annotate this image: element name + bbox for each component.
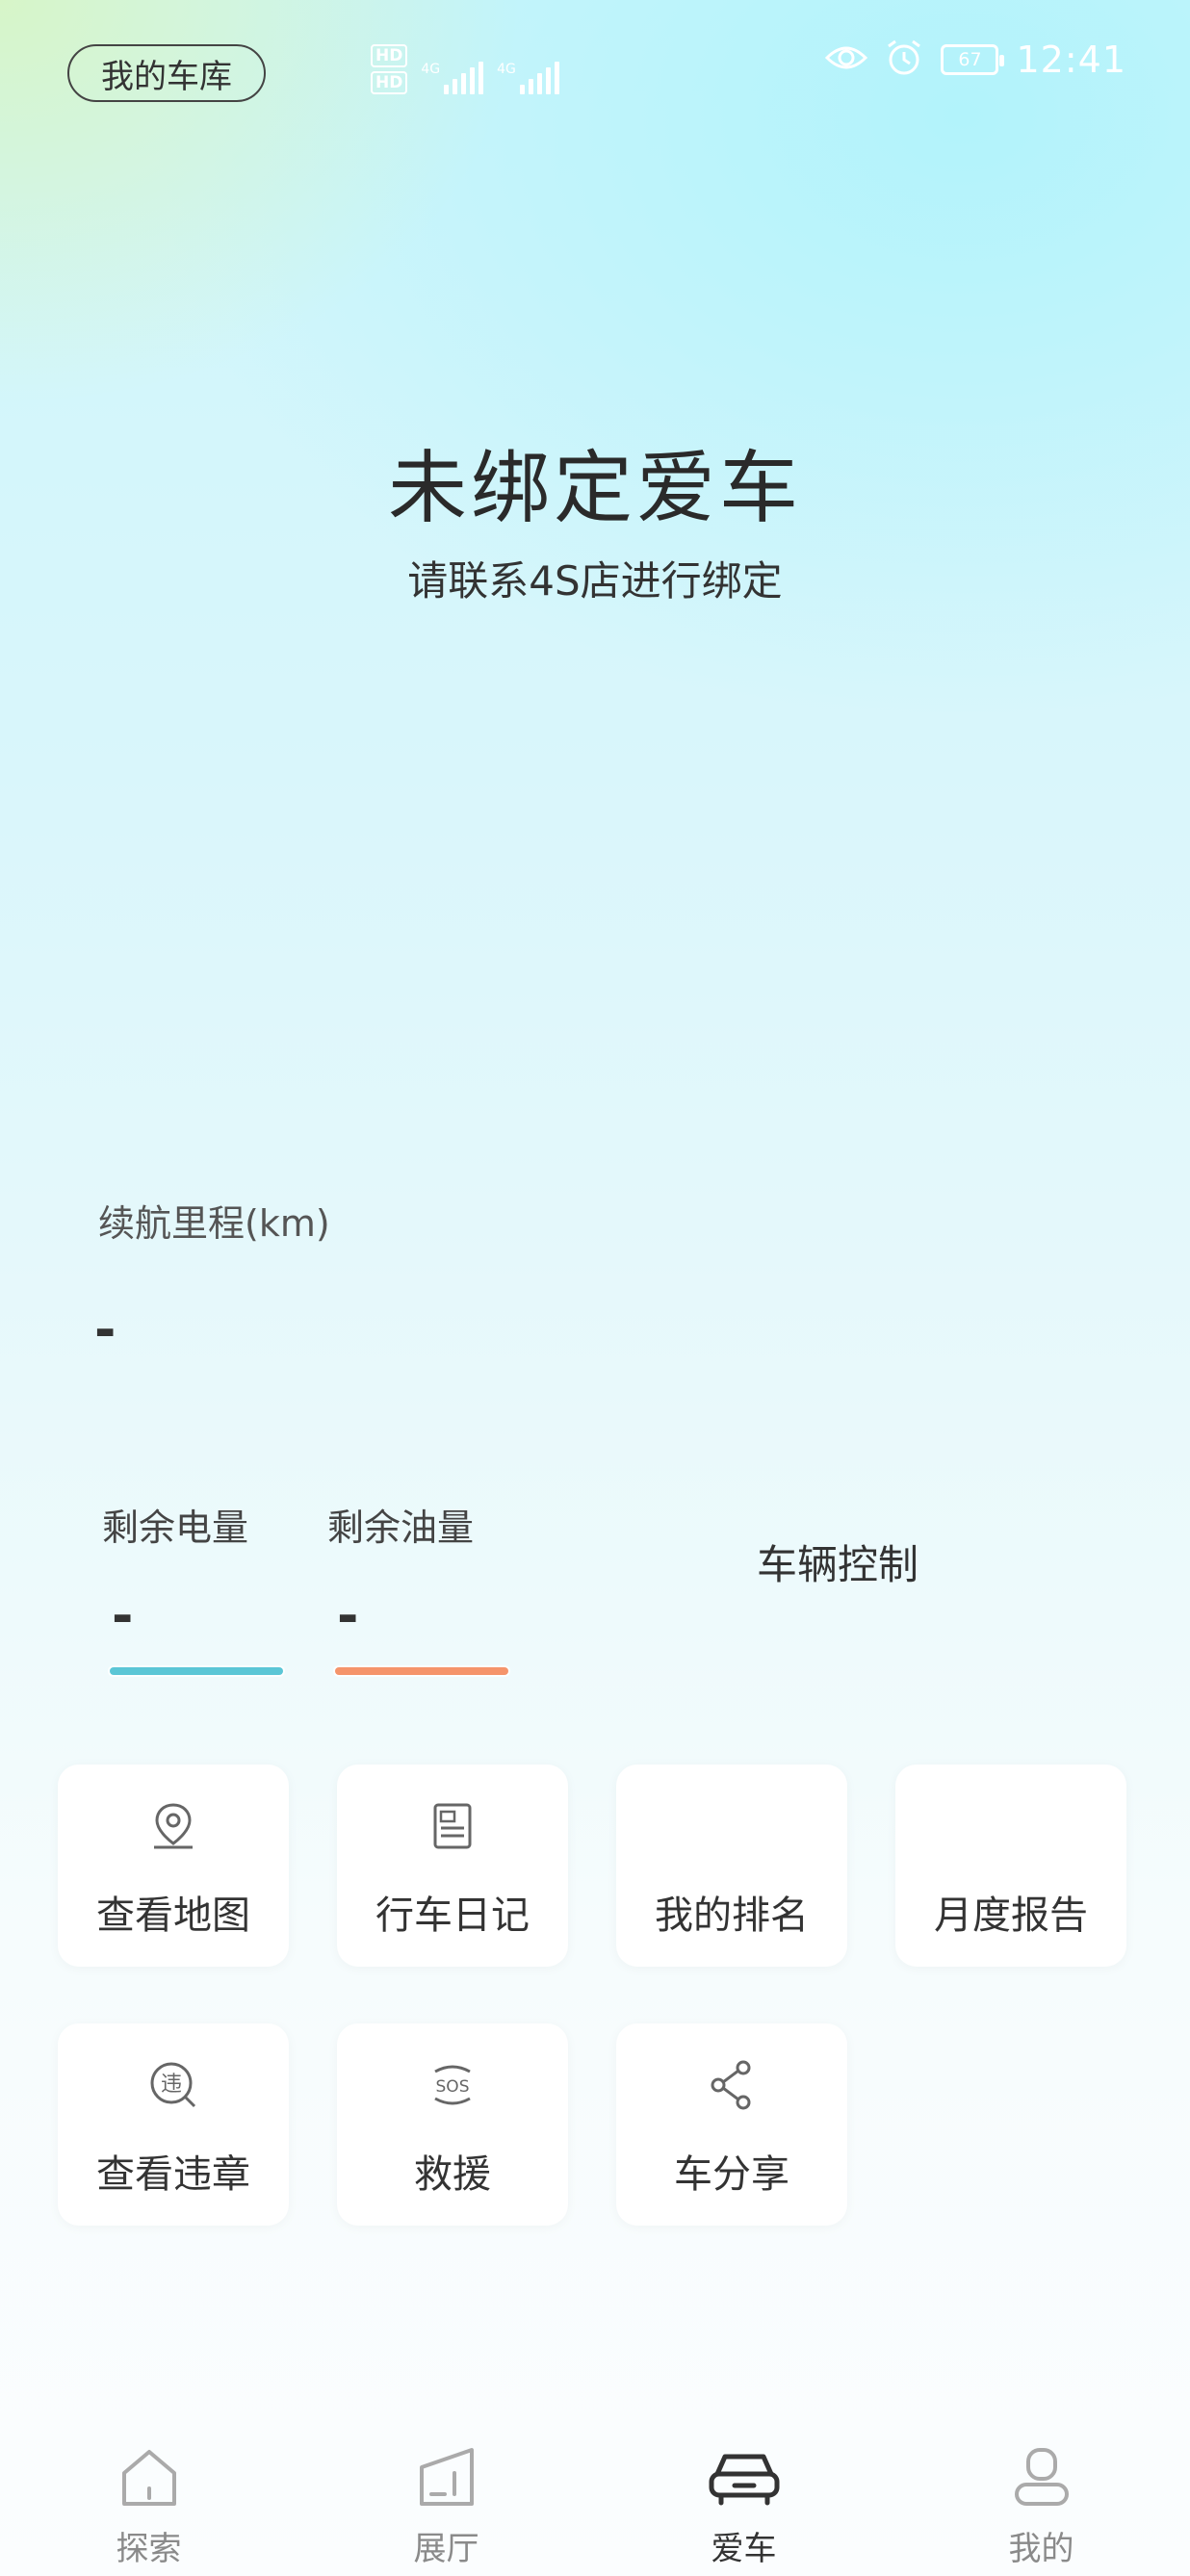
diary-icon <box>337 1797 568 1859</box>
range-label: 续航里程(km) <box>98 1202 330 1245</box>
bottom-nav: 探索 展厅 爱车 我的 <box>0 2426 1190 2576</box>
battery-icon: 67 <box>941 44 1005 75</box>
home-icon <box>118 2441 180 2514</box>
svg-text:SOS: SOS <box>436 2077 470 2097</box>
battery-level-meter: 剩余电量 - <box>102 1498 285 1677</box>
status-right-group: 67 12:41 <box>825 39 1126 81</box>
svg-text:违: 违 <box>161 2073 182 2097</box>
meter-label: 剩余电量 <box>102 1507 249 1549</box>
map-pin-icon <box>58 1797 289 1859</box>
nav-label: 爱车 <box>711 2530 777 2568</box>
driving-diary-card[interactable]: 行车日记 <box>337 1765 568 1967</box>
battery-level: 67 <box>958 49 982 70</box>
page-subtitle: 请联系4S店进行绑定 <box>407 557 783 605</box>
hd-badge: HD <box>371 71 408 94</box>
meter-value: - <box>337 1585 359 1646</box>
car-share-card[interactable]: 车分享 <box>616 2023 847 2226</box>
my-garage-button[interactable]: 我的车库 <box>67 44 266 102</box>
nav-label: 展厅 <box>413 2530 479 2568</box>
meter-value: - <box>112 1585 134 1646</box>
network-type-label: 4G <box>421 62 441 77</box>
status-signal-group: HD HD 4G 4G <box>371 37 559 94</box>
car-icon <box>708 2441 781 2514</box>
hd-indicator: HD HD <box>371 44 408 94</box>
showroom-icon <box>416 2441 478 2514</box>
meter-label: 剩余油量 <box>327 1507 475 1549</box>
nav-label: 探索 <box>116 2530 182 2568</box>
meter-track <box>333 1665 510 1677</box>
eye-icon <box>825 43 868 76</box>
sos-icon: SOS <box>337 2056 568 2118</box>
card-label: 查看地图 <box>96 1893 250 1938</box>
view-map-card[interactable]: 查看地图 <box>58 1765 289 1967</box>
card-label: 救援 <box>414 2152 491 2197</box>
meter-fill <box>335 1667 508 1675</box>
nav-label: 我的 <box>1008 2530 1074 2568</box>
card-label: 我的排名 <box>655 1893 809 1938</box>
nav-item-explore[interactable]: 探索 <box>0 2426 298 2576</box>
my-ranking-card[interactable]: 我的排名 <box>616 1765 847 1967</box>
card-label: 行车日记 <box>375 1893 530 1938</box>
card-label: 查看违章 <box>96 2152 250 2197</box>
profile-icon <box>1011 2441 1073 2514</box>
view-violations-card[interactable]: 违 查看违章 <box>58 2023 289 2226</box>
clock: 12:41 <box>1016 39 1126 81</box>
violation-icon: 违 <box>58 2056 289 2118</box>
rescue-card[interactable]: SOS 救援 <box>337 2023 568 2226</box>
nav-item-showroom[interactable]: 展厅 <box>298 2426 595 2576</box>
meter-fill <box>110 1667 283 1675</box>
vehicle-control-button[interactable]: 车辆控制 <box>757 1533 918 1591</box>
share-icon <box>616 2056 847 2118</box>
nav-item-my-car[interactable]: 爱车 <box>595 2426 892 2576</box>
page-title: 未绑定爱车 <box>387 443 802 534</box>
fuel-level-meter: 剩余油量 - <box>327 1498 510 1677</box>
monthly-report-card[interactable]: 月度报告 <box>895 1765 1126 1967</box>
nav-item-profile[interactable]: 我的 <box>892 2426 1190 2576</box>
card-label: 月度报告 <box>934 1893 1088 1938</box>
range-value: - <box>94 1300 116 1360</box>
signal-strength-icon: 4G <box>421 62 484 94</box>
signal-strength-icon: 4G <box>497 62 559 94</box>
hd-badge: HD <box>371 44 408 67</box>
network-type-label: 4G <box>497 62 516 77</box>
card-label: 车分享 <box>674 2152 789 2197</box>
alarm-icon <box>885 39 923 81</box>
meter-track <box>108 1665 285 1677</box>
